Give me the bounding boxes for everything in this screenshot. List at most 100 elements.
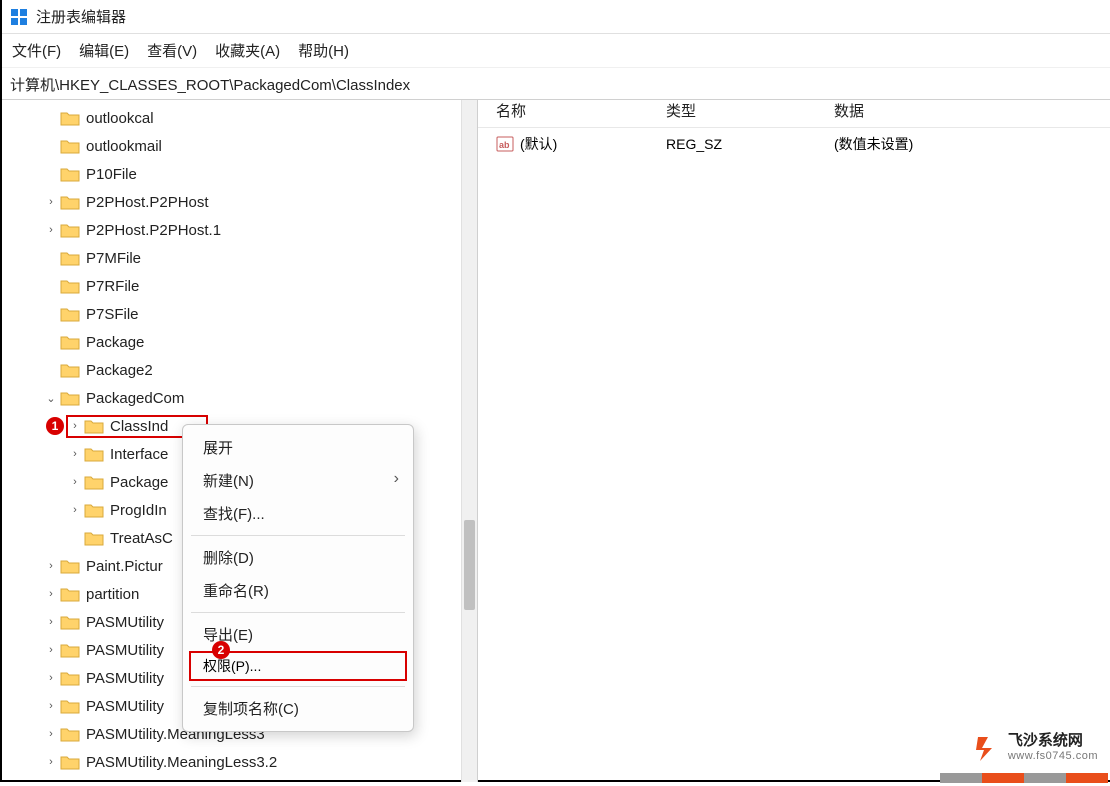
tree-item-p7mfile[interactable]: ▶P7MFile [16,244,477,272]
menu-item-expand[interactable]: 展开 [183,431,413,464]
chevron-right-icon[interactable]: › [44,195,58,209]
content-area: ▶outlookcal ▶outlookmail ▶P10File ›P2PHo… [2,100,1110,782]
svg-text:ab: ab [499,140,510,150]
folder-icon [60,614,80,630]
chevron-right-icon[interactable]: › [68,447,82,461]
tree-item-package[interactable]: ▶Package [16,328,477,356]
column-name[interactable]: 名称 [496,100,666,127]
menu-favorites[interactable]: 收藏夹(A) [215,40,280,61]
chevron-right-icon[interactable]: › [44,755,58,769]
chevron-right-icon[interactable]: › [44,727,58,741]
tree-label: ProgIdIn [110,502,167,519]
string-value-icon: ab [496,136,514,152]
tree-item-outlookcal[interactable]: ▶outlookcal [16,104,477,132]
tree-label: outlookcal [86,110,154,127]
watermark-bars [940,770,1110,780]
tree-label: TreatAsC [110,530,173,547]
folder-icon [84,446,104,462]
tree-label: PASMUtility [86,642,164,659]
tree-label: Package [86,334,144,351]
column-type[interactable]: 类型 [666,100,834,127]
tree-label: Package [110,474,168,491]
tree-label: outlookmail [86,138,162,155]
menu-file[interactable]: 文件(F) [12,40,61,61]
window-title: 注册表编辑器 [36,6,126,27]
menu-item-rename[interactable]: 重命名(R) [183,574,413,607]
folder-icon [84,530,104,546]
tree-label: ClassInd [110,418,168,435]
folder-icon [60,558,80,574]
scrollbar-thumb[interactable] [464,520,475,610]
folder-icon [60,222,80,238]
folder-icon [84,474,104,490]
tree-item-package2[interactable]: ▶Package2 [16,356,477,384]
values-header: 名称 类型 数据 [478,100,1110,128]
tree-item-p10file[interactable]: ▶P10File [16,160,477,188]
values-panel: 名称 类型 数据 ab (默认) REG_SZ (数值未设置) [478,100,1110,782]
value-type: REG_SZ [666,136,834,152]
folder-icon [60,754,80,770]
folder-icon [60,390,80,406]
tree-label: PackagedCom [86,390,184,407]
context-menu: 展开 新建(N) 查找(F)... 删除(D) 重命名(R) 导出(E) 权限(… [182,424,414,732]
chevron-right-icon[interactable]: › [44,615,58,629]
folder-icon [60,726,80,742]
chevron-right-icon[interactable]: › [68,475,82,489]
menu-edit[interactable]: 编辑(E) [79,40,129,61]
folder-icon [84,418,104,434]
tree-label: P7MFile [86,250,141,267]
menu-item-new[interactable]: 新建(N) [183,464,413,497]
chevron-down-icon[interactable]: ⌄ [44,391,58,405]
folder-icon [60,194,80,210]
annotation-badge-2: 2 [212,641,230,659]
tree-label: Paint.Pictur [86,558,163,575]
tree-label: Package2 [86,362,153,379]
menu-view[interactable]: 查看(V) [147,40,197,61]
folder-icon [60,110,80,126]
tree-label: PASMUtility [86,614,164,631]
folder-icon [60,334,80,350]
tree-item-p2phost1[interactable]: ›P2PHost.P2PHost.1 [16,216,477,244]
chevron-right-icon[interactable]: › [44,587,58,601]
chevron-right-icon[interactable]: › [44,223,58,237]
watermark-url: www.fs0745.com [1008,750,1098,762]
menu-item-copy-key-name[interactable]: 复制项名称(C) [183,692,413,725]
menu-item-permissions[interactable]: 权限(P)... [203,658,261,674]
folder-icon [60,306,80,322]
folder-icon [60,278,80,294]
menu-item-delete[interactable]: 删除(D) [183,541,413,574]
annotation-badge-1: 1 [46,417,64,435]
vertical-scrollbar[interactable] [461,100,477,782]
chevron-right-icon[interactable]: › [68,503,82,517]
watermark-title: 飞沙系统网 [1008,733,1098,750]
folder-icon [84,502,104,518]
chevron-right-icon[interactable]: › [44,559,58,573]
value-data: (数值未设置) [834,134,1110,154]
menu-item-find[interactable]: 查找(F)... [183,497,413,530]
tree-item-p7rfile[interactable]: ▶P7RFile [16,272,477,300]
tree-label: Interface [110,446,168,463]
chevron-right-icon[interactable]: › [44,699,58,713]
tree-label: P2PHost.P2PHost [86,194,209,211]
address-bar[interactable]: 计算机\HKEY_CLASSES_ROOT\PackagedCom\ClassI… [2,68,1110,100]
tree-item-pasm-meaningless32[interactable]: › PASMUtility.MeaningLess3.2 [16,748,477,776]
tree-item-outlookmail[interactable]: ▶outlookmail [16,132,477,160]
folder-icon [60,166,80,182]
tree-item-p7sfile[interactable]: ▶P7SFile [16,300,477,328]
watermark-icon [974,735,1000,761]
column-data[interactable]: 数据 [834,100,1110,127]
menu-help[interactable]: 帮助(H) [298,40,349,61]
tree-item-packagedcom[interactable]: ⌄ PackagedCom [16,384,477,412]
tree-label: PASMUtility [86,670,164,687]
app-icon [10,8,28,26]
chevron-right-icon[interactable]: › [68,419,82,433]
tree-label: P7RFile [86,278,139,295]
tree-label: P7SFile [86,306,139,323]
folder-icon [60,138,80,154]
chevron-right-icon[interactable]: › [44,671,58,685]
chevron-right-icon[interactable]: › [44,643,58,657]
tree-label: PASMUtility.MeaningLess3.2 [86,754,277,771]
folder-icon [60,250,80,266]
tree-item-p2phost[interactable]: › P2PHost.P2PHost [16,188,477,216]
value-row-default[interactable]: ab (默认) REG_SZ (数值未设置) [478,128,1110,160]
